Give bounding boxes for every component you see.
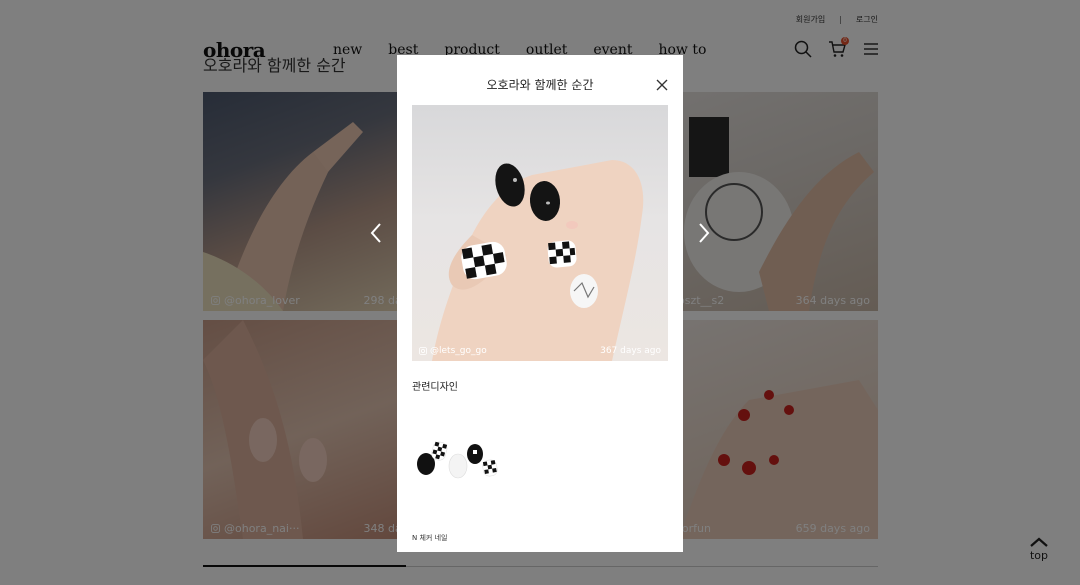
close-icon[interactable] <box>656 76 668 91</box>
review-modal: 오호라와 함께한 순간 @lets_go_go 367 days ago 관련디… <box>397 55 683 552</box>
instagram-icon <box>419 347 427 355</box>
nail-photo <box>432 160 644 361</box>
scroll-top-label: top <box>1029 549 1049 562</box>
review-photo: @lets_go_go 367 days ago <box>412 105 668 361</box>
product-thumbnail[interactable] <box>412 432 504 504</box>
photo-user[interactable]: @lets_go_go <box>430 346 487 356</box>
photo-days: 367 days ago <box>600 346 661 356</box>
product-name[interactable]: N 체커 네일 <box>412 533 447 543</box>
next-arrow-icon[interactable] <box>692 221 714 245</box>
chevron-up-icon <box>1030 537 1048 547</box>
product-image <box>417 441 498 479</box>
scroll-top-button[interactable]: top <box>1025 536 1053 562</box>
prev-arrow-icon[interactable] <box>366 221 388 245</box>
related-design-label: 관련디자인 <box>412 382 458 393</box>
modal-title: 오호라와 함께한 순간 <box>486 78 594 92</box>
